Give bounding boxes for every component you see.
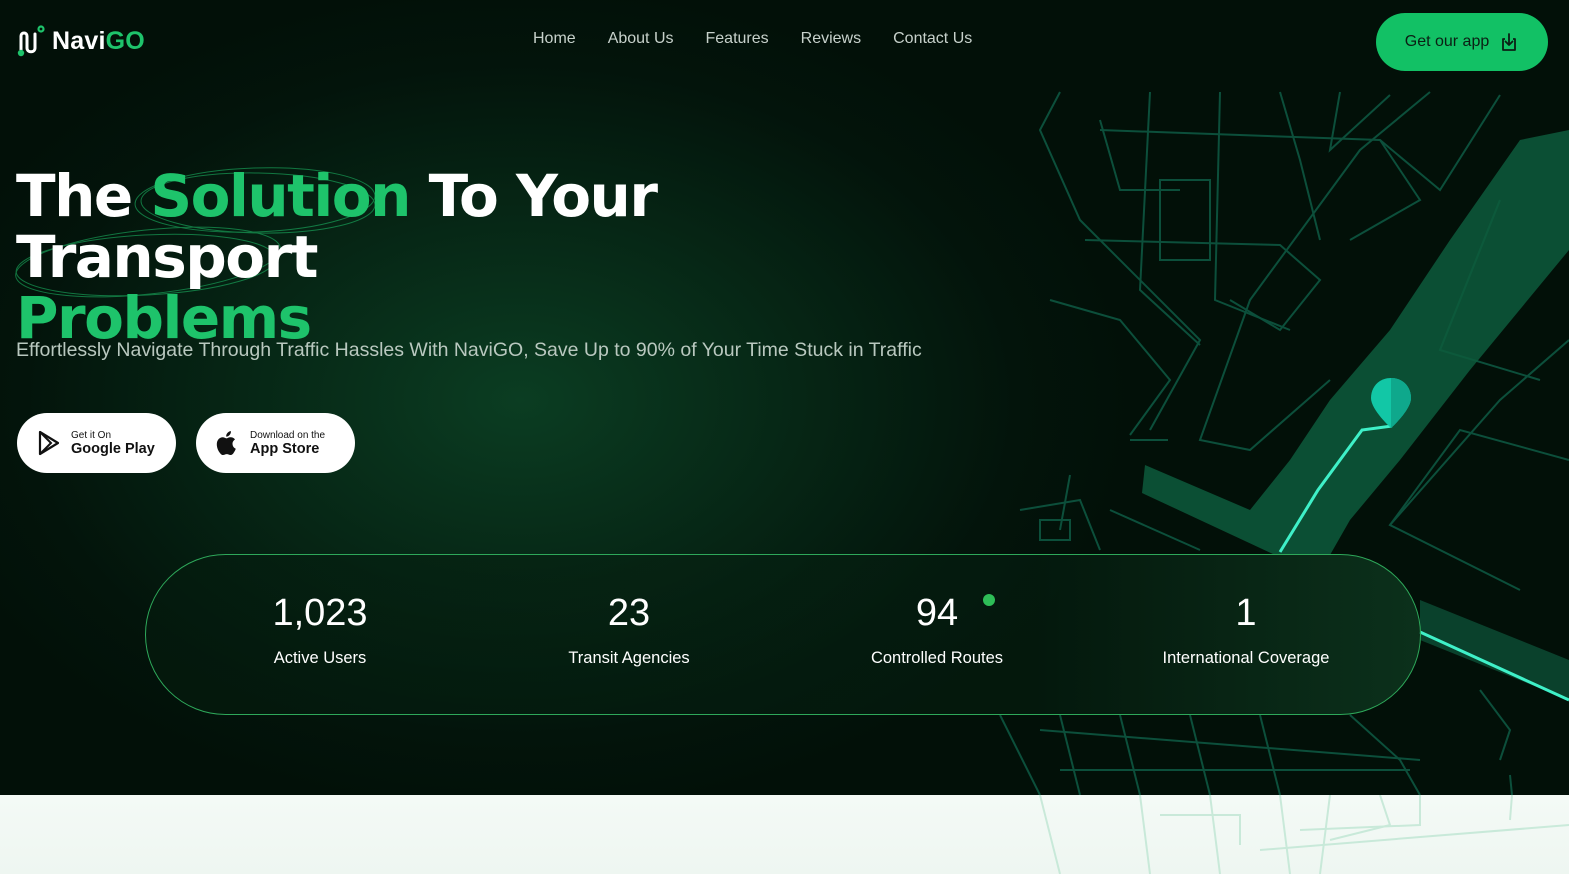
hero-section: NaviGO Home About Us Features Reviews Co… — [0, 0, 1569, 795]
map-streets-light — [1039, 795, 1569, 874]
nav-reviews[interactable]: Reviews — [801, 30, 861, 48]
stat-label: Active Users — [273, 649, 367, 667]
stat-value: 94 — [915, 592, 959, 634]
logo-text: NaviGO — [52, 26, 145, 55]
google-play-text: Get it On Google Play — [71, 430, 155, 457]
app-store-big-label: App Store — [250, 440, 320, 457]
app-store-button[interactable]: Download on the App Store — [196, 413, 355, 473]
logo-route-icon — [17, 25, 45, 57]
stat-value: 1 — [1235, 592, 1257, 634]
google-play-icon — [38, 430, 60, 456]
stat-transit-agencies: 23 Transit Agencies — [499, 591, 759, 668]
stat-label: Controlled Routes — [870, 649, 1004, 667]
download-icon — [1502, 33, 1517, 51]
get-app-label: Get our app — [1404, 33, 1490, 50]
stat-label: Transit Agencies — [568, 649, 690, 667]
google-play-small-label: Get it On — [71, 429, 112, 441]
apple-icon — [216, 431, 236, 456]
google-play-button[interactable]: Get it On Google Play — [17, 413, 176, 473]
google-play-big-label: Google Play — [71, 440, 155, 457]
stats-panel: 1,023 Active Users 23 Transit Agencies 9… — [145, 554, 1421, 715]
stat-value: 23 — [607, 592, 651, 634]
app-store-small-label: Download on the — [250, 429, 326, 441]
stat-value: 1,023 — [272, 592, 368, 634]
main-nav: Home About Us Features Reviews Contact U… — [533, 30, 972, 48]
stat-international-coverage: 1 International Coverage — [1116, 591, 1376, 668]
stat-controlled-routes: 94 Controlled Routes — [807, 591, 1067, 668]
app-store-text: Download on the App Store — [250, 430, 325, 457]
hero-subtitle: Effortlessly Navigate Through Traffic Ha… — [16, 339, 922, 361]
stat-active-users: 1,023 Active Users — [190, 591, 450, 668]
live-indicator-dot — [983, 594, 995, 606]
get-app-button[interactable]: Get our app — [1376, 13, 1548, 71]
nav-about-us[interactable]: About Us — [608, 30, 674, 48]
stat-label: International Coverage — [1162, 649, 1330, 667]
main-road — [1142, 130, 1569, 555]
nav-home[interactable]: Home — [533, 30, 576, 48]
nav-features[interactable]: Features — [706, 30, 769, 48]
hero-headline: The Solution To Your Transport Problems — [16, 162, 658, 352]
nav-contact-us[interactable]: Contact Us — [893, 30, 972, 48]
brand-logo[interactable]: NaviGO — [16, 24, 145, 58]
next-section — [0, 795, 1569, 874]
side-road — [1420, 600, 1569, 700]
